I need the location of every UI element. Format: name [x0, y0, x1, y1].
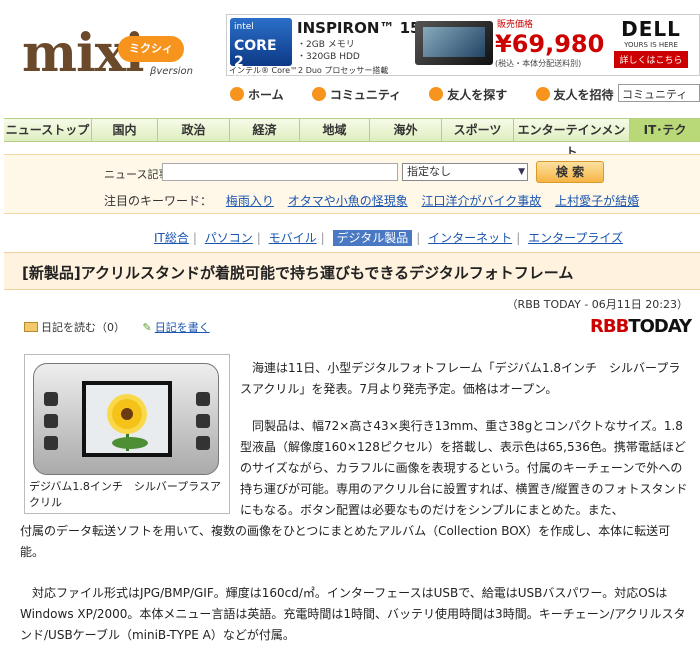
nav-home[interactable]: ホーム: [230, 86, 284, 103]
tab-entertainment[interactable]: エンターテインメント: [514, 119, 630, 159]
ad-spec-memory: ・2GB メモリ: [297, 40, 355, 50]
article-title: [新製品]アクリルスタンドが着脱可能で持ち運びもできるデジタルフォトフレーム: [22, 264, 574, 282]
subcat-enterprise[interactable]: エンタープライズ: [528, 231, 623, 245]
site-header: mixi ミクシィ βversion intel CORE 2 Duo insi…: [0, 0, 700, 112]
tab-news-top[interactable]: ニューストップ: [4, 119, 92, 141]
intel-badge: intel CORE 2 Duo inside: [230, 18, 292, 80]
search-button[interactable]: 検 索: [536, 161, 604, 183]
nav-invite[interactable]: 友人を招待: [535, 86, 614, 103]
search-filter-select[interactable]: 指定なし: [402, 163, 528, 181]
keyword-link[interactable]: 梅雨入り: [226, 194, 274, 208]
subcat-it-general[interactable]: IT総合: [154, 231, 189, 245]
subcat-pc[interactable]: パソコン: [205, 231, 253, 245]
article-paragraph-2-continued: 付属のデータ転送ソフトを用いて、複数の画像をひとつにまとめたアルバム（Colle…: [20, 524, 671, 559]
ad-spec-hdd: ・320GB HDD: [297, 52, 360, 62]
article-paragraph-2-text: 同製品は、幅72×高さ43×奥行き13mm、重さ38gとコンパクトなサイズ。1.…: [240, 419, 688, 517]
ad-title: INSPIRON™ 15: [297, 19, 421, 37]
search-scope-select[interactable]: コミュニティ: [618, 84, 700, 102]
ad-specs: ・2GB メモリ ・320GB HDD: [297, 39, 360, 63]
nav-community[interactable]: コミュニティ: [311, 86, 402, 103]
write-diary-link[interactable]: 日記を書く: [155, 321, 210, 334]
tab-sports[interactable]: スポーツ: [442, 119, 514, 141]
news-search-input[interactable]: [162, 163, 398, 181]
tab-overseas[interactable]: 海外: [370, 119, 442, 141]
intel-line1: intel: [234, 22, 254, 32]
beta-label: βversion: [150, 66, 194, 77]
community-icon: [311, 87, 326, 101]
article-byline: （RBB TODAY - 06月11日 20:23）: [506, 298, 688, 311]
ad-price: ¥69,980: [495, 30, 605, 58]
laptop-image: [415, 21, 493, 65]
nav-community-label: コミュニティ: [329, 88, 402, 102]
logo-badge: ミクシィ: [118, 36, 184, 62]
news-search-panel: ニュース記事 指定なし 検 索 注目のキーワード： 梅雨入り オタマや小魚の怪現…: [4, 154, 700, 214]
ad-price-label: 販売価格: [497, 20, 534, 30]
nav-home-label: ホーム: [248, 88, 284, 102]
trending-keywords: 注目のキーワード： 梅雨入り オタマや小魚の怪現象 江口洋介がバイク事故 上村愛…: [104, 192, 639, 209]
tab-domestic[interactable]: 国内: [92, 119, 158, 141]
keywords-label: 注目のキーワード：: [104, 194, 213, 208]
nav-invite-label: 友人を招待: [553, 88, 614, 102]
search-label: ニュース記事: [104, 168, 170, 181]
rbb-today-logo: RBBTODAY: [590, 316, 692, 337]
rbb-logo-b: TODAY: [628, 316, 692, 337]
dell-logo: DELL: [621, 17, 681, 41]
subcat-mobile[interactable]: モバイル: [269, 231, 317, 245]
ad-footnote: インテル® Core™2 Duo プロセッサー搭載: [229, 66, 389, 75]
search-friends-icon: [429, 87, 444, 101]
dell-tagline: YOURS IS HERE: [624, 41, 678, 49]
diary-links: 日記を読む（0） ✎ 日記を書く: [24, 319, 210, 335]
book-icon: [24, 322, 38, 332]
article-paragraph-1: 海連は11日、小型デジタルフォトフレーム「デジバム1.8インチ シルバープラスア…: [240, 361, 681, 396]
subcat-internet[interactable]: インターネット: [428, 231, 512, 245]
article-title-bar: [新製品]アクリルスタンドが着脱可能で持ち運びもできるデジタルフォトフレーム: [4, 252, 700, 290]
dell-logo-box: DELL YOURS IS HERE 詳しくはこちら: [605, 17, 697, 73]
article-paragraph-2: 同製品は、幅72×高さ43×奥行き13mm、重さ38gとコンパクトなサイズ。1.…: [20, 416, 692, 563]
subcategory-nav: IT総合 | パソコン | モバイル | デジタル製品 | インターネット | エンタープ…: [154, 230, 623, 246]
top-nav: ホーム コミュニティ 友人を探す 友人を招待: [230, 86, 638, 103]
tab-politics[interactable]: 政治: [158, 119, 230, 141]
ad-price-box: 販売価格 ¥69,980 (税込・本体分配送料別): [495, 17, 605, 73]
rbb-logo-a: RBB: [590, 316, 629, 337]
dell-banner-ad[interactable]: intel CORE 2 Duo inside INSPIRON™ 15 ・2G…: [226, 14, 700, 80]
ad-price-note: (税込・本体分配送料別): [495, 59, 582, 68]
category-bar: ニューストップ 国内 政治 経済 地域 海外 スポーツ エンターテインメント I…: [4, 118, 700, 159]
read-diary-label[interactable]: 日記を読む（0）: [41, 321, 125, 334]
keyword-link[interactable]: 江口洋介がバイク事故: [422, 194, 542, 208]
keyword-link[interactable]: 上村愛子が結婚: [555, 194, 639, 208]
article-paragraph-3: 対応ファイル形式はJPG/BMP/GIF。輝度は160cd/㎡。インターフェース…: [20, 586, 686, 642]
pencil-icon: ✎: [142, 321, 152, 334]
nav-find-friends[interactable]: 友人を探す: [429, 86, 507, 103]
tab-it-tech[interactable]: IT･テク: [630, 119, 700, 141]
nav-find-friends-label: 友人を探す: [447, 88, 508, 102]
invite-icon: [535, 87, 550, 101]
ad-cta-button[interactable]: 詳しくはこちら: [614, 51, 688, 68]
subcat-digital-products[interactable]: デジタル製品: [332, 230, 413, 246]
home-icon: [230, 87, 244, 101]
keyword-link[interactable]: オタマや小魚の怪現象: [288, 194, 408, 208]
tab-economy[interactable]: 経済: [230, 119, 300, 141]
article-body: 海連は11日、小型デジタルフォトフレーム「デジバム1.8インチ シルバープラスア…: [20, 358, 692, 666]
tab-region[interactable]: 地域: [300, 119, 370, 141]
